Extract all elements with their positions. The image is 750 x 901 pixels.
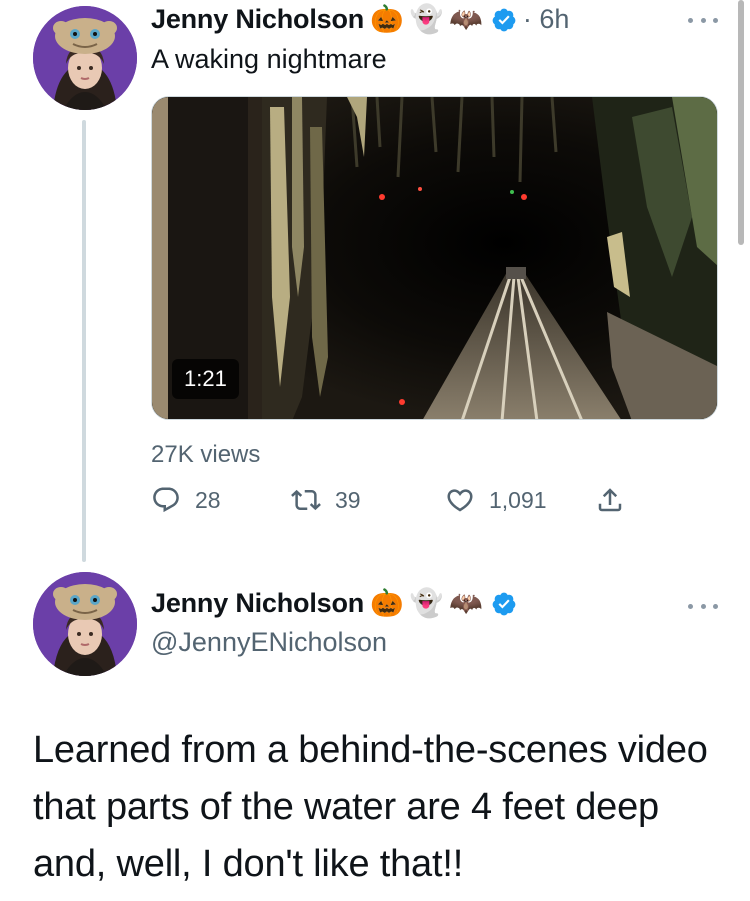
share-icon: [598, 488, 622, 512]
avatar[interactable]: [33, 572, 137, 676]
tweet-text: A waking nightmare: [151, 44, 387, 74]
verified-badge-icon: [492, 592, 516, 615]
share-button[interactable]: [595, 485, 625, 515]
tweet-header: Jenny Nicholson 🎃 👻 🦇: [151, 588, 517, 619]
scrollbar[interactable]: [738, 0, 744, 245]
bat-emoji: 🦇: [449, 4, 483, 35]
video-player[interactable]: 1:21: [151, 96, 718, 420]
verified-badge-icon: [492, 8, 516, 31]
pumpkin-emoji: 🎃: [370, 588, 404, 619]
retweet-count: 39: [335, 486, 361, 513]
tweet-actions: 28 39 1,091: [151, 485, 711, 525]
avatar[interactable]: [33, 6, 137, 110]
reply-count: 28: [195, 486, 221, 513]
pumpkin-emoji: 🎃: [370, 4, 404, 35]
video-duration-badge: 1:21: [172, 359, 239, 399]
more-dots-icon[interactable]: [688, 14, 718, 26]
thread-connector-line: [82, 120, 86, 562]
author-name[interactable]: Jenny Nicholson: [151, 588, 364, 619]
reply-icon: [153, 487, 179, 513]
reply-button[interactable]: 28: [151, 485, 221, 515]
timestamp[interactable]: · 6h: [523, 4, 570, 35]
view-count: 27K views: [151, 441, 261, 468]
ghost-emoji: 👻: [409, 588, 444, 619]
heart-icon: [447, 489, 473, 512]
tweet-body-text: Learned from a behind-the-scenes video t…: [33, 729, 708, 885]
retweet-button[interactable]: 39: [291, 485, 361, 515]
more-dots-icon[interactable]: [688, 600, 718, 612]
ghost-emoji: 👻: [409, 4, 444, 35]
like-count: 1,091: [489, 486, 547, 513]
author-name[interactable]: Jenny Nicholson: [151, 4, 364, 35]
tweet-header: Jenny Nicholson 🎃 👻 🦇 · 6h: [151, 4, 569, 35]
user-handle[interactable]: @JennyENicholson: [151, 627, 387, 658]
bat-emoji: 🦇: [449, 588, 483, 619]
like-button[interactable]: 1,091: [445, 485, 547, 515]
retweet-icon: [291, 489, 321, 511]
